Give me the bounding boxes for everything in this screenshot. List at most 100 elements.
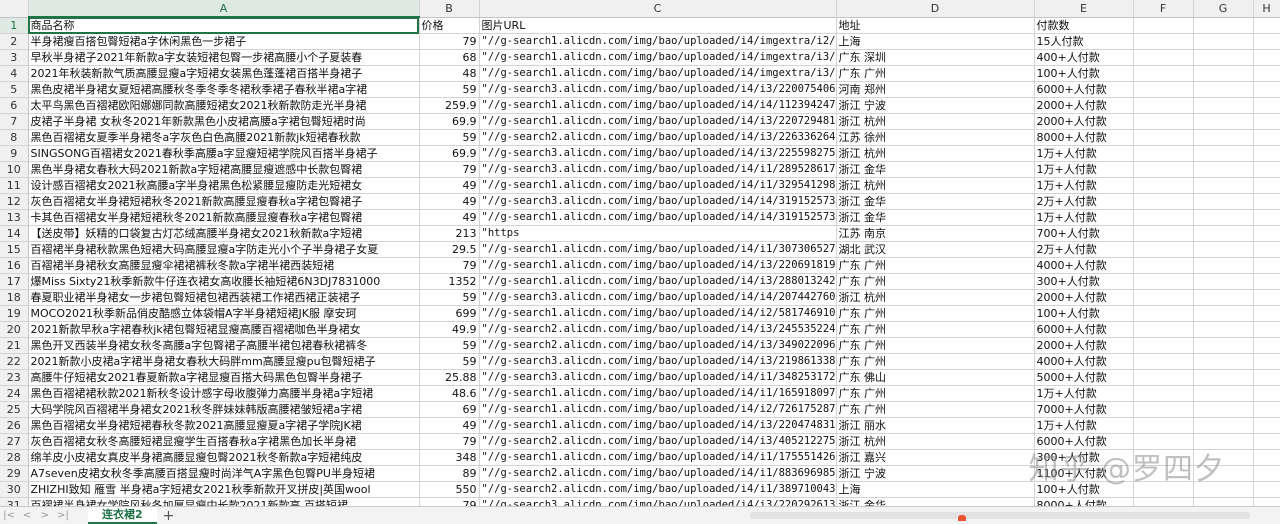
table-cell[interactable] [1133,369,1194,386]
row-header[interactable]: 5 [0,81,29,98]
table-cell[interactable]: 2000+人付款 [1034,113,1134,130]
row-header[interactable]: 9 [0,145,29,162]
select-all-corner[interactable] [0,0,29,18]
table-cell[interactable] [1133,433,1194,450]
table-cell[interactable] [1193,353,1254,370]
table-cell[interactable]: 春夏职业裙半身裙女一步裙包臀短裙包裙西装裙工作裙西裙正装裙子 [28,289,420,306]
table-cell[interactable]: 广东 深圳 [836,49,1035,66]
table-cell[interactable] [1193,97,1254,114]
table-cell[interactable]: 59 [419,337,480,354]
table-cell[interactable] [1193,337,1254,354]
table-cell[interactable]: "//g-search3.alicdn.com/img/bao/uploaded… [479,353,837,370]
table-cell[interactable]: 百褶裙半身裙秋女高腰显瘦伞裙裙裤秋冬款a字裙半裙西装短裙 [28,257,420,274]
table-cell[interactable]: ZHIZHI致知 雁雪 半身裙a字短裙女2021秋季新款开叉拼皮|英国wool [28,481,420,498]
table-cell[interactable]: "//g-search3.alicdn.com/img/bao/uploaded… [479,81,837,98]
table-cell[interactable]: 1万+人付款 [1034,209,1134,226]
table-cell[interactable] [1253,257,1280,274]
table-cell[interactable]: 5000+人付款 [1034,369,1134,386]
table-cell[interactable]: 黑色百褶裙女半身裙短裙春秋冬款2021高腰显瘦夏a字裙子学院JK裙 [28,417,420,434]
table-cell[interactable]: 广东 广州 [836,337,1035,354]
table-cell[interactable] [1193,129,1254,146]
row-header[interactable]: 29 [0,465,29,482]
table-cell[interactable]: 浙江 杭州 [836,177,1035,194]
table-cell[interactable]: 1万+人付款 [1034,177,1134,194]
table-cell[interactable]: 百褶裙半身裙女学院风秋冬加厚显瘦中长款2021新款高 百搭短裙 [28,497,420,506]
table-cell[interactable]: 700+人付款 [1034,225,1134,242]
table-cell[interactable] [1253,385,1280,402]
table-cell[interactable] [1193,369,1254,386]
table-cell[interactable]: 付款数 [1034,17,1134,34]
table-cell[interactable]: "//g-search1.alicdn.com/img/bao/uploaded… [479,449,837,466]
table-cell[interactable]: 皮裙子半身裙 女秋冬2021年新款黑色小皮裙高腰a字裙包臀短裙时尚 [28,113,420,130]
table-cell[interactable]: 浙江 杭州 [836,433,1035,450]
table-cell[interactable]: 59 [419,129,480,146]
table-cell[interactable]: 上海 [836,481,1035,498]
table-cell[interactable]: 浙江 嘉兴 [836,449,1035,466]
table-cell[interactable]: 1352 [419,273,480,290]
table-cell[interactable]: 广东 广州 [836,321,1035,338]
table-cell[interactable]: 浙江 杭州 [836,145,1035,162]
row-header[interactable]: 13 [0,209,29,226]
table-cell[interactable] [1193,241,1254,258]
table-cell[interactable]: 2万+人付款 [1034,241,1134,258]
table-cell[interactable] [1253,369,1280,386]
column-header-b[interactable]: B [419,0,480,18]
table-cell[interactable]: 79 [419,33,480,50]
table-cell[interactable] [1253,113,1280,130]
table-cell[interactable] [1253,161,1280,178]
table-cell[interactable]: 2万+人付款 [1034,193,1134,210]
table-cell[interactable]: 7000+人付款 [1034,401,1134,418]
table-cell[interactable]: 49 [419,193,480,210]
spreadsheet-grid[interactable]: A B C D E F G H 1 商品名称 价格 图片URL 地址 付款数 2 半身裙瘦百搭… [0,0,1280,506]
sheet-table[interactable]: A B C D E F G H 1 商品名称 价格 图片URL 地址 付款数 2 半身裙瘦百搭… [0,0,1280,506]
table-cell[interactable]: "//g-search1.alicdn.com/img/bao/uploaded… [479,113,837,130]
table-cell[interactable] [1133,497,1194,506]
table-cell[interactable]: 卡其色百褶裙女半身裙短裙秋冬2021新款高腰显瘦春秋a字裙包臀裙 [28,209,420,226]
table-cell[interactable]: 8000+人付款 [1034,497,1134,506]
table-cell[interactable] [1253,401,1280,418]
table-cell[interactable]: 348 [419,449,480,466]
table-cell[interactable]: "//g-search3.alicdn.com/img/bao/uploaded… [479,193,837,210]
table-cell[interactable] [1253,417,1280,434]
row-header[interactable]: 8 [0,129,29,146]
table-cell[interactable]: 浙江 金华 [836,497,1035,506]
table-cell[interactable] [1253,465,1280,482]
table-cell[interactable]: 百褶裙半身裙秋款黑色短裙大码高腰显瘦a字防走光小个子半身裙子女夏 [28,241,420,258]
table-cell[interactable] [1133,337,1194,354]
table-cell[interactable] [1193,257,1254,274]
table-cell[interactable]: 1100+人付款 [1034,465,1134,482]
table-cell[interactable] [1253,209,1280,226]
table-cell[interactable]: 49 [419,177,480,194]
table-cell[interactable] [1193,113,1254,130]
table-cell[interactable] [1253,353,1280,370]
prev-sheet-icon[interactable]: < [18,508,36,523]
table-cell[interactable] [1253,449,1280,466]
table-cell[interactable]: 48.6 [419,385,480,402]
row-header[interactable]: 26 [0,417,29,434]
table-cell[interactable]: 价格 [419,17,480,34]
table-cell[interactable]: 河南 郑州 [836,81,1035,98]
table-cell[interactable]: 地址 [836,17,1035,34]
table-cell[interactable]: "//g-search1.alicdn.com/img/bao/uploaded… [479,241,837,258]
table-cell[interactable] [1133,161,1194,178]
table-cell[interactable]: 2021新款小皮裙a字裙半身裙女春秋大码胖mm高腰显瘦pu包臀短裙子 [28,353,420,370]
table-cell[interactable] [1133,113,1194,130]
row-header[interactable]: 19 [0,305,29,322]
table-cell[interactable]: 59 [419,289,480,306]
table-cell[interactable]: "//g-search2.alicdn.com/img/bao/uploaded… [479,321,837,338]
table-cell[interactable]: 黑色百褶裙女夏季半身裙冬a字灰色白色高腰2021新款jk短裙春秋款 [28,129,420,146]
table-cell[interactable] [1133,241,1194,258]
column-header-f[interactable]: F [1133,0,1194,18]
row-header[interactable]: 17 [0,273,29,290]
table-cell[interactable]: 25.88 [419,369,480,386]
table-cell[interactable]: "//g-search3.alicdn.com/img/bao/uploaded… [479,369,837,386]
table-cell[interactable] [1253,33,1280,50]
table-cell[interactable]: 69.9 [419,113,480,130]
table-cell[interactable] [1133,193,1194,210]
table-cell[interactable] [1193,209,1254,226]
row-header[interactable]: 24 [0,385,29,402]
table-cell[interactable]: "//g-search1.alicdn.com/img/bao/uploaded… [479,385,837,402]
table-cell[interactable]: 300+人付款 [1034,273,1134,290]
table-cell[interactable]: 浙江 丽水 [836,417,1035,434]
table-cell[interactable]: "//g-search1.alicdn.com/img/bao/uploaded… [479,49,837,66]
